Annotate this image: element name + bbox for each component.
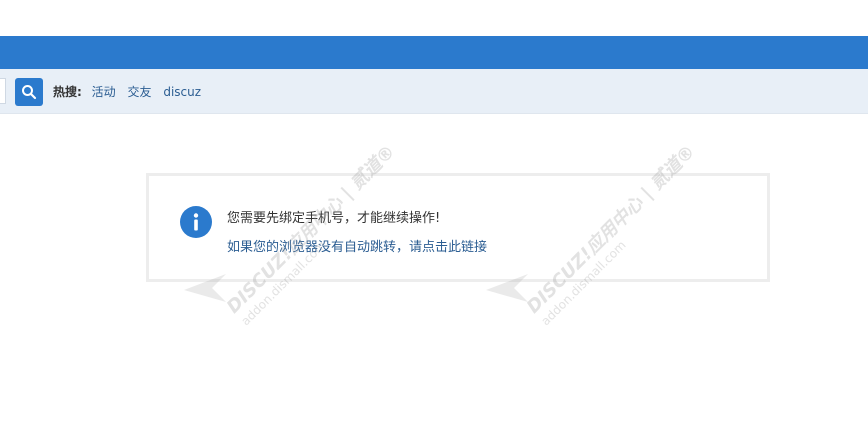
top-navigation-bar	[0, 36, 868, 69]
hot-search: 热搜: 活动 交友 discuz	[53, 84, 209, 100]
message-text: 您需要先绑定手机号，才能继续操作!	[227, 211, 441, 226]
search-icon	[22, 85, 37, 100]
search-button[interactable]	[15, 78, 43, 106]
redirect-link[interactable]: 如果您的浏览器没有自动跳转，请点击此链接	[227, 236, 487, 255]
message-box: 您需要先绑定手机号，才能继续操作! 如果您的浏览器没有自动跳转，请点击此链接	[146, 173, 770, 282]
search-bar: 热搜: 活动 交友 discuz	[0, 69, 868, 114]
hot-term-link[interactable]: 活动	[92, 85, 116, 99]
hot-search-label: 热搜:	[53, 85, 82, 99]
search-input[interactable]	[0, 78, 6, 104]
hot-term-link[interactable]: 交友	[127, 85, 151, 99]
hot-term-link[interactable]: discuz	[163, 85, 201, 99]
info-icon	[180, 206, 212, 238]
